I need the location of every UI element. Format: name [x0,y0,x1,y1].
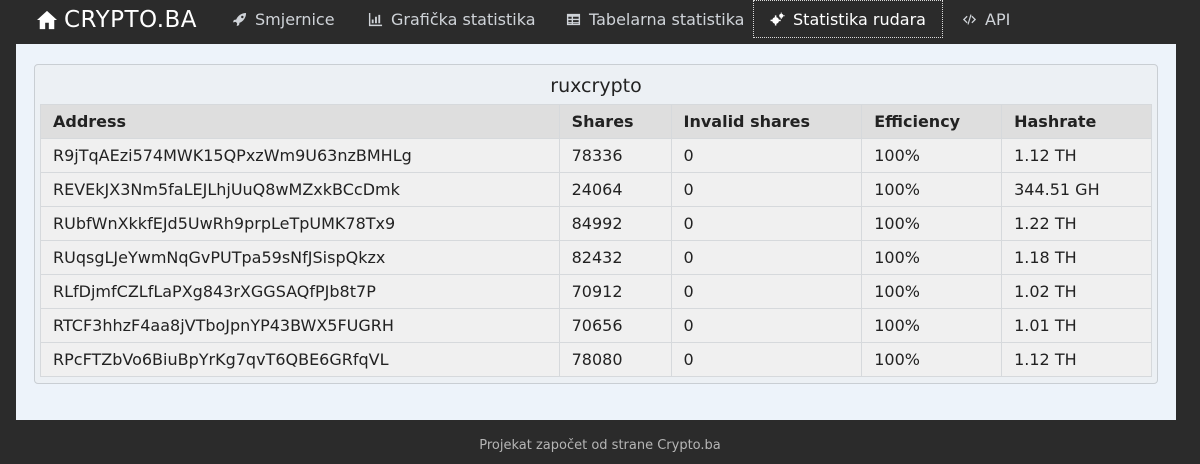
code-icon [962,13,977,25]
cell-hashrate: 344.51 GH [1001,172,1152,207]
cell-shares: 70656 [558,308,672,343]
cell-hashrate: 1.12 TH [1001,138,1152,173]
column-header-shares: Shares [558,104,672,139]
cell-shares: 70912 [558,274,672,309]
cell-hashrate: 1.12 TH [1001,342,1152,377]
table-row: RPcFTZbVo6BiuBpYrKg7qvT6QBE6GRfqVL 78080… [40,342,1152,377]
cell-efficiency: 100% [861,240,1003,275]
miner-table: Address Shares Invalid shares Efficiency… [40,104,1152,377]
cell-invalid-shares: 0 [670,138,863,173]
cell-shares: 78336 [558,138,672,173]
cell-efficiency: 100% [861,308,1003,343]
card-title: ruxcrypto [550,75,642,97]
cell-address: RUqsgLJeYwmNqGvPUTpa59sNfJSispQkzx [40,240,560,275]
cell-invalid-shares: 0 [670,206,863,241]
table-header-row: Address Shares Invalid shares Efficiency… [40,104,1152,139]
cell-shares: 24064 [558,172,672,207]
footer-text: Projekat započet od strane Crypto.ba [479,438,721,453]
cell-shares: 78080 [558,342,672,377]
column-header-address: Address [40,104,560,139]
cell-hashrate: 1.01 TH [1001,308,1152,343]
cell-efficiency: 100% [861,342,1003,377]
main-content: ruxcrypto Address Shares Invalid shares … [16,44,1176,420]
nav-label: Smjernice [255,9,335,29]
cell-hashrate: 1.22 TH [1001,206,1152,241]
miner-stats-card: ruxcrypto Address Shares Invalid shares … [34,64,1158,384]
table-row: RUqsgLJeYwmNqGvPUTpa59sNfJSispQkzx 82432… [40,240,1152,275]
cell-invalid-shares: 0 [670,308,863,343]
gears-icon [770,12,785,25]
rocket-icon [232,12,247,26]
cell-invalid-shares: 0 [670,240,863,275]
column-header-invalid-shares: Invalid shares [670,104,863,139]
table-row: RTCF3hhzF4aa8jVTboJpnYP43BWX5FUGRH 70656… [40,308,1152,343]
column-header-hashrate: Hashrate [1001,104,1152,139]
nav-label: Tabelarna statistika [589,9,745,29]
cell-hashrate: 1.02 TH [1001,274,1152,309]
cell-address: RPcFTZbVo6BiuBpYrKg7qvT6QBE6GRfqVL [40,342,560,377]
cell-address: RLfDjmfCZLfLaPXg843rXGGSAQfPJb8t7P [40,274,560,309]
cell-shares: 84992 [558,206,672,241]
brand-link[interactable]: CRYPTO.BA [36,5,197,35]
cell-address: R9jTqAEzi574MWK15QPxzWm9U63nzBMHLg [40,138,560,173]
cell-shares: 82432 [558,240,672,275]
cell-invalid-shares: 0 [670,274,863,309]
nav-item-smjernice[interactable]: Smjernice [222,0,345,38]
cell-efficiency: 100% [861,172,1003,207]
table-row: RLfDjmfCZLfLaPXg843rXGGSAQfPJb8t7P 70912… [40,274,1152,309]
cell-invalid-shares: 0 [670,172,863,207]
table-icon [566,13,581,25]
nav-label: Grafička statistika [391,9,536,29]
cell-address: RUbfWnXkkfEJd5UwRh9prpLeTpUMK78Tx9 [40,206,560,241]
cell-efficiency: 100% [861,206,1003,241]
navbar: CRYPTO.BA Smjernice Grafička statistika … [0,0,1200,40]
table-row: R9jTqAEzi574MWK15QPxzWm9U63nzBMHLg 78336… [40,138,1152,173]
nav-label: Statistika rudara [793,9,926,29]
cell-address: REVEkJX3Nm5faLEJLhjUuQ8wMZxkBCcDmk [40,172,560,207]
cell-efficiency: 100% [861,274,1003,309]
cell-invalid-shares: 0 [670,342,863,377]
column-header-efficiency: Efficiency [861,104,1003,139]
table-row: REVEkJX3Nm5faLEJLhjUuQ8wMZxkBCcDmk 24064… [40,172,1152,207]
home-icon [37,10,57,30]
nav-item-api[interactable]: API [952,0,1020,38]
cell-hashrate: 1.18 TH [1001,240,1152,275]
nav-item-tabelarna-statistika[interactable]: Tabelarna statistika [556,0,754,38]
cell-efficiency: 100% [861,138,1003,173]
bar-chart-icon [368,12,383,26]
brand-text: CRYPTO.BA [64,7,198,33]
table-row: RUbfWnXkkfEJd5UwRh9prpLeTpUMK78Tx9 84992… [40,206,1152,241]
nav-label: API [985,9,1011,29]
cell-address: RTCF3hhzF4aa8jVTboJpnYP43BWX5FUGRH [40,308,560,343]
nav-item-statistika-rudara[interactable]: Statistika rudara [753,0,943,38]
nav-item-graficka-statistika[interactable]: Grafička statistika [358,0,546,38]
